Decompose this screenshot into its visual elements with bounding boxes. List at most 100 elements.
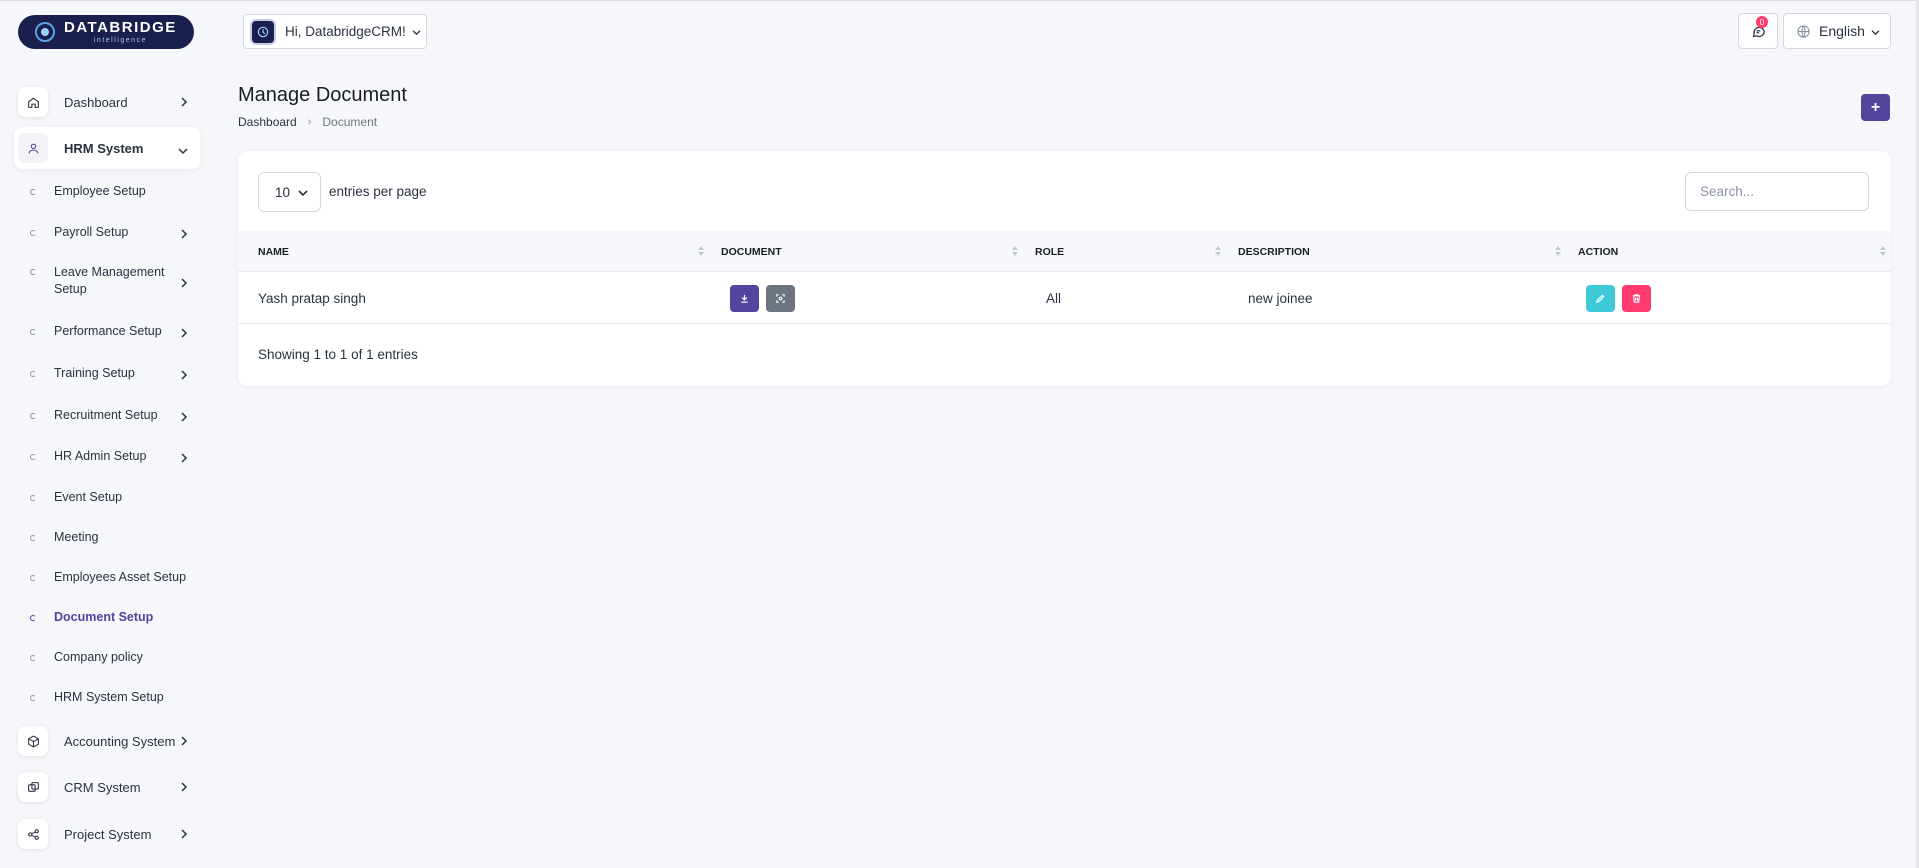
- logo-subtitle: intelligence: [93, 37, 147, 44]
- bullet-icon: [30, 328, 36, 335]
- breadcrumb: Dashboard › Document: [238, 115, 377, 129]
- bullet-icon: [30, 694, 36, 701]
- column-description[interactable]: DESCRIPTION: [1238, 231, 1310, 272]
- chevron-right-icon: [180, 411, 188, 425]
- sidebar-sub-employee-setup[interactable]: Employee Setup: [30, 183, 200, 200]
- bullet-icon: [30, 574, 36, 581]
- logo-title: DATABRIDGE: [64, 19, 177, 36]
- sort-icon[interactable]: [1879, 246, 1886, 256]
- download-icon: [741, 294, 748, 303]
- language-label: English: [1819, 23, 1865, 39]
- bullet-icon: [30, 370, 36, 377]
- per-page-label: entries per page: [329, 184, 427, 199]
- chevron-right-icon: [180, 780, 188, 795]
- sidebar-item-label: HRM System: [64, 140, 144, 156]
- sort-icon[interactable]: [1011, 246, 1018, 256]
- language-dropdown[interactable]: English: [1783, 13, 1891, 49]
- sidebar-sub-employees-asset-setup[interactable]: Employees Asset Setup: [30, 569, 200, 586]
- chevron-right-icon: [180, 228, 188, 242]
- sidebar-item-crm-system[interactable]: CRM System: [14, 766, 200, 808]
- home-icon: [18, 87, 48, 117]
- layers-icon: [18, 772, 48, 802]
- chevron-right-icon: [180, 277, 188, 291]
- chevron-right-icon: [180, 369, 188, 383]
- sidebar-sub-training-setup[interactable]: Training Setup: [30, 365, 200, 382]
- table-row: Yash pratap singh All new joinee: [238, 272, 1891, 324]
- sidebar-sub-company-policy[interactable]: Company policy: [30, 649, 200, 666]
- edit-button[interactable]: [1586, 284, 1615, 312]
- user-icon: [18, 133, 48, 163]
- bullet-icon: [30, 614, 36, 621]
- delete-button[interactable]: [1622, 284, 1651, 312]
- sidebar-item-hrm-system[interactable]: HRM System: [14, 127, 200, 169]
- trash-icon: [1632, 293, 1641, 303]
- bullet-icon: [30, 229, 36, 236]
- sidebar-item-dashboard[interactable]: Dashboard: [14, 81, 200, 123]
- sidebar-sub-performance-setup[interactable]: Performance Setup: [30, 323, 200, 340]
- sidebar-sub-event-setup[interactable]: Event Setup: [30, 489, 200, 506]
- column-name[interactable]: NAME: [258, 231, 289, 272]
- top-border: [0, 0, 1919, 1]
- user-greeting: Hi, DatabridgeCRM!: [285, 24, 406, 39]
- sidebar: DATABRIDGE intelligence Dashboard HRM Sy…: [0, 0, 200, 868]
- add-document-button[interactable]: +: [1861, 94, 1890, 121]
- sidebar-item-label: Project System: [64, 826, 152, 842]
- cell-name: Yash pratap singh: [258, 290, 366, 306]
- cell-description: new joinee: [1248, 290, 1313, 306]
- chevron-down-icon: [178, 143, 188, 158]
- sidebar-sub-hrm-system-setup[interactable]: HRM System Setup: [30, 689, 200, 706]
- search-input[interactable]: [1685, 172, 1869, 211]
- cell-action: [1586, 272, 1658, 324]
- preview-button[interactable]: [766, 284, 795, 312]
- bullet-icon: [30, 412, 36, 419]
- sidebar-sub-leave-management-setup[interactable]: Leave Management Setup: [30, 264, 200, 298]
- sidebar-sub-meeting[interactable]: Meeting: [30, 529, 200, 546]
- sidebar-item-label: CRM System: [64, 779, 141, 795]
- globe-icon: [1797, 24, 1810, 38]
- crosshair-icon: [776, 293, 785, 303]
- pencil-icon: [1596, 293, 1605, 303]
- logo-mark-icon: [32, 19, 58, 45]
- sidebar-sub-payroll-setup[interactable]: Payroll Setup: [30, 224, 200, 241]
- table-info: Showing 1 to 1 of 1 entries: [258, 347, 418, 362]
- user-menu-button[interactable]: Hi, DatabridgeCRM!: [243, 14, 427, 49]
- box-icon: [18, 726, 48, 756]
- sidebar-item-accounting-system[interactable]: Accounting System: [14, 720, 200, 762]
- chevron-right-icon: [180, 827, 188, 842]
- column-document[interactable]: DOCUMENT: [721, 231, 782, 272]
- bullet-icon: [30, 494, 36, 501]
- chevron-right-icon: [180, 734, 188, 749]
- sidebar-item-label: Dashboard: [64, 94, 128, 110]
- column-action[interactable]: ACTION: [1578, 231, 1618, 272]
- sidebar-sub-hr-admin-setup[interactable]: HR Admin Setup: [30, 448, 200, 465]
- notification-badge: 0: [1756, 16, 1768, 28]
- chevron-down-icon: [412, 24, 421, 39]
- bullet-icon: [30, 453, 36, 460]
- entries-per-page-select[interactable]: 10: [258, 172, 321, 212]
- chevron-right-icon: ›: [307, 116, 312, 128]
- breadcrumb-home[interactable]: Dashboard: [238, 115, 297, 129]
- column-role[interactable]: ROLE: [1035, 231, 1064, 272]
- chevron-right-icon: [180, 327, 188, 341]
- cell-role: All: [1046, 290, 1062, 306]
- per-page-value: 10: [275, 184, 291, 200]
- sort-icon[interactable]: [1554, 246, 1561, 256]
- bullet-icon: [30, 654, 36, 661]
- brand-logo[interactable]: DATABRIDGE intelligence: [18, 15, 194, 49]
- bullet-icon: [30, 269, 36, 275]
- sort-icon[interactable]: [1214, 246, 1221, 256]
- chevron-down-icon: [298, 185, 308, 200]
- chevron-right-icon: [180, 95, 188, 110]
- chevron-down-icon: [1871, 23, 1880, 39]
- download-button[interactable]: [730, 284, 759, 312]
- notification-button[interactable]: 0: [1738, 13, 1778, 49]
- sidebar-item-project-system[interactable]: Project System: [14, 813, 200, 855]
- sort-icon[interactable]: [697, 246, 704, 256]
- sidebar-sub-recruitment-setup[interactable]: Recruitment Setup: [30, 407, 200, 424]
- documents-card: 10 entries per page NAME DOCUMENT ROLE D…: [238, 151, 1891, 386]
- avatar: [250, 18, 276, 45]
- sidebar-sub-document-setup[interactable]: Document Setup: [30, 609, 200, 626]
- table-header: NAME DOCUMENT ROLE DESCRIPTION ACTION: [238, 231, 1891, 272]
- bullet-icon: [30, 188, 36, 195]
- cell-document: [730, 272, 802, 324]
